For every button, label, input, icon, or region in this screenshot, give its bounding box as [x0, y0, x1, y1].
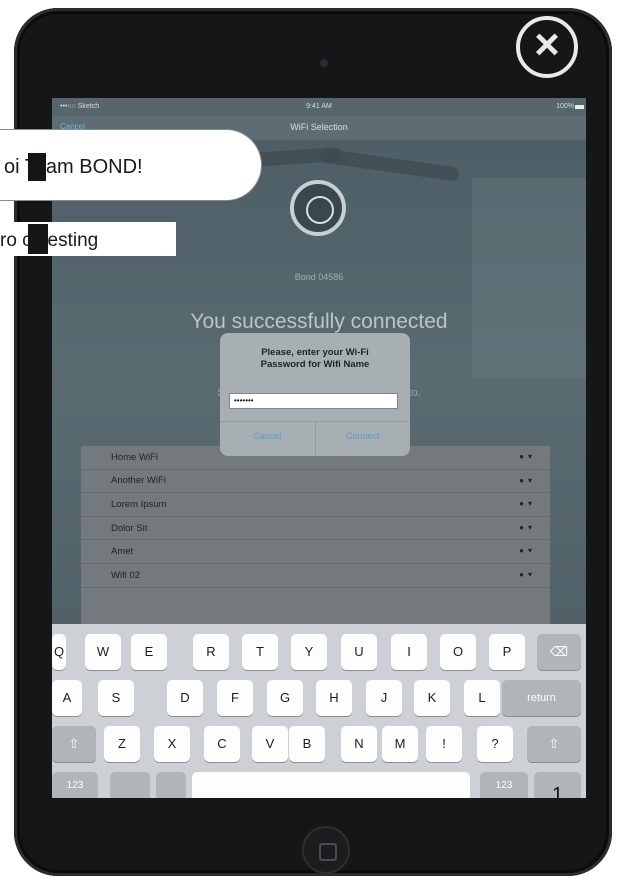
alert-connect-button[interactable]: Connect	[314, 422, 411, 456]
key-o[interactable]: O	[440, 634, 476, 670]
lock-wifi-icon: ●▾	[519, 452, 536, 461]
alert-title-line1: Please, enter your Wi-Fi	[261, 347, 369, 358]
wifi-name: Another WiFi	[111, 475, 166, 487]
bond-device-icon	[290, 180, 346, 236]
wifi-name: Amet	[111, 546, 134, 558]
shift-key-icon[interactable]: ⇧	[52, 726, 96, 762]
lock-wifi-icon: ●▾	[519, 522, 536, 532]
space-key[interactable]	[192, 772, 470, 798]
key-question[interactable]: ?	[477, 726, 513, 762]
wifi-row[interactable]: Dolor Sit ●▾	[81, 517, 550, 541]
password-input[interactable]: •••••••	[229, 393, 398, 409]
key-t[interactable]: T	[242, 634, 278, 670]
password-alert: Please, enter your Wi-Fi Password for Wi…	[220, 333, 410, 456]
key-v[interactable]: V	[252, 726, 288, 762]
key-exclamation[interactable]: !	[426, 726, 462, 762]
numbers-key-right[interactable]: 123	[480, 772, 528, 798]
home-button[interactable]	[302, 826, 350, 874]
dictation-key[interactable]	[156, 772, 186, 798]
key-p[interactable]: P	[489, 634, 525, 670]
wifi-row[interactable]: Amet ●▾	[81, 540, 550, 564]
key-m[interactable]: M	[382, 726, 418, 762]
alert-title-line2: Password for Wifi Name	[260, 359, 370, 370]
key-x[interactable]: X	[154, 726, 190, 762]
key-l[interactable]: L	[464, 680, 500, 716]
join-team-text: oi Team BOND!	[4, 156, 143, 178]
lock-wifi-icon: ●▾	[519, 569, 536, 579]
key-y[interactable]: Y	[291, 634, 327, 670]
stage: •••○○ Sketch 9:41 AM 100% Cancel WiFi Se…	[0, 0, 618, 877]
key-h[interactable]: H	[316, 680, 352, 716]
onscreen-keyboard: Q W E R T Y U I O P ⌫ A S D F G H J K L …	[52, 624, 586, 798]
wifi-name: Wifi 02	[111, 569, 141, 581]
success-headline: You successfully connected	[190, 310, 448, 333]
numbers-key[interactable]: 123	[52, 772, 98, 798]
page-number: 1	[552, 784, 564, 806]
key-n[interactable]: N	[341, 726, 377, 762]
globe-key[interactable]	[110, 772, 150, 798]
ipad-screen: •••○○ Sketch 9:41 AM 100% Cancel WiFi Se…	[52, 98, 586, 798]
key-s[interactable]: S	[98, 680, 134, 716]
device-edge-overlap	[28, 224, 48, 254]
product-testing-text: ro ct testing	[0, 230, 99, 251]
device-edge-overlap	[28, 153, 46, 181]
key-j[interactable]: J	[366, 680, 402, 716]
key-q[interactable]: Q	[52, 634, 66, 670]
lock-wifi-icon: ●▾	[519, 475, 536, 485]
wifi-network-list: Home WiFi ●▾ Another WiFi ●▾ Lorem Ipsum ●▾…	[81, 446, 550, 624]
status-bar: •••○○ Sketch 9:41 AM 100%	[52, 98, 586, 116]
key-e[interactable]: E	[131, 634, 167, 670]
close-icon[interactable]: ×	[516, 16, 578, 78]
delete-key-icon[interactable]: ⌫	[537, 634, 581, 670]
key-f[interactable]: F	[217, 680, 253, 716]
lock-wifi-icon: ●▾	[519, 499, 536, 509]
shift-key-right-icon[interactable]: ⇧	[527, 726, 581, 762]
key-c[interactable]: C	[204, 726, 240, 762]
camera-dot	[320, 59, 328, 67]
key-z[interactable]: Z	[104, 726, 140, 762]
clock: 9:41 AM	[306, 103, 332, 110]
wifi-name: Lorem Ipsum	[111, 498, 167, 510]
return-key[interactable]: return	[502, 680, 581, 716]
lock-wifi-icon: ●▾	[519, 546, 536, 556]
alert-title: Please, enter your Wi-Fi Password for Wi…	[220, 347, 410, 371]
key-a[interactable]: A	[52, 680, 82, 716]
battery-percent: 100%	[556, 103, 574, 110]
key-r[interactable]: R	[193, 634, 229, 670]
key-u[interactable]: U	[341, 634, 377, 670]
key-b[interactable]: B	[289, 726, 325, 762]
key-g[interactable]: G	[267, 680, 303, 716]
battery-icon	[575, 105, 584, 109]
key-d[interactable]: D	[167, 680, 203, 716]
wifi-row[interactable]: Wifi 02 ●▾	[81, 564, 550, 588]
wifi-name: Home WiFi	[111, 451, 158, 463]
wifi-row[interactable]: Lorem Ipsum ●▾	[81, 493, 550, 517]
key-w[interactable]: W	[85, 634, 121, 670]
alert-cancel-button[interactable]: Cancel	[220, 422, 315, 456]
key-i[interactable]: I	[391, 634, 427, 670]
wifi-name: Dolor Sit	[111, 522, 148, 534]
key-k[interactable]: K	[414, 680, 450, 716]
alert-button-row: Cancel Connect	[220, 421, 410, 456]
ceiling-fan-blade	[319, 148, 461, 182]
device-name: Bond 04586	[294, 272, 344, 282]
wifi-row[interactable]: Another WiFi ●▾	[81, 470, 550, 494]
